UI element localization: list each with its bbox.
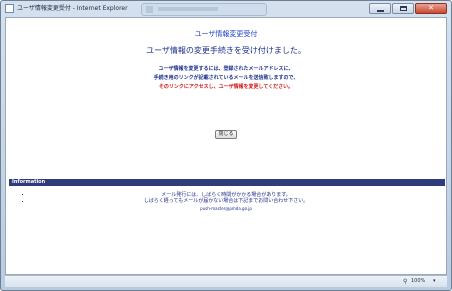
page-heading: ユーザ情報の変更手続きを受け付けました。 (146, 46, 306, 55)
close-icon: ✕ (428, 4, 434, 12)
message-line: ユーザ情報を変更するには、登録されたメールアドレスに、 (158, 66, 294, 72)
browser-window: ユーザ情報変更受付 - Internet Explorer ✕ ユーザ情報変更受… (0, 0, 452, 291)
page-content: ユーザ情報変更受付 ユーザ情報の変更手続きを受け付けました。 ユーザ情報を変更す… (5, 17, 447, 275)
close-page-button[interactable]: 閉じる (215, 130, 237, 139)
zoom-icon: ⚲ (403, 278, 408, 285)
window-title: ユーザ情報変更受付 - Internet Explorer (17, 5, 128, 12)
tab-title-placeholder (158, 7, 218, 11)
zoom-dropdown-icon[interactable]: ▾ (433, 278, 436, 285)
information-label: Information (12, 179, 46, 185)
title-bar[interactable]: ユーザ情報変更受付 - Internet Explorer ✕ (1, 1, 451, 17)
info-line: しばらく経ってもメールが届かない場合は下記までお問い合わせ下さい。 (143, 198, 309, 204)
tab-favicon-icon (146, 6, 153, 13)
message-line-warning: そのリンクにアクセスし、ユーザ情報を変更してください。 (158, 84, 294, 90)
contact-email[interactable]: push-master@pmda.go.jp (6, 206, 446, 211)
page-title: ユーザ情報変更受付 (194, 30, 258, 38)
zoom-level[interactable]: 100% (411, 278, 425, 285)
maximize-icon (400, 6, 407, 11)
message-line: 手続き用のリンクが記載されているメールを送信致しますので、 (153, 75, 299, 81)
minimize-button[interactable] (369, 3, 391, 14)
information-header: Information (9, 179, 445, 186)
minimize-icon (377, 10, 384, 12)
status-bar: ⚲ 100% ▾ (5, 275, 447, 287)
maximize-button[interactable] (392, 3, 414, 14)
ie-app-icon (5, 4, 14, 13)
close-window-button[interactable]: ✕ (415, 3, 447, 14)
background-tab[interactable] (141, 3, 267, 16)
